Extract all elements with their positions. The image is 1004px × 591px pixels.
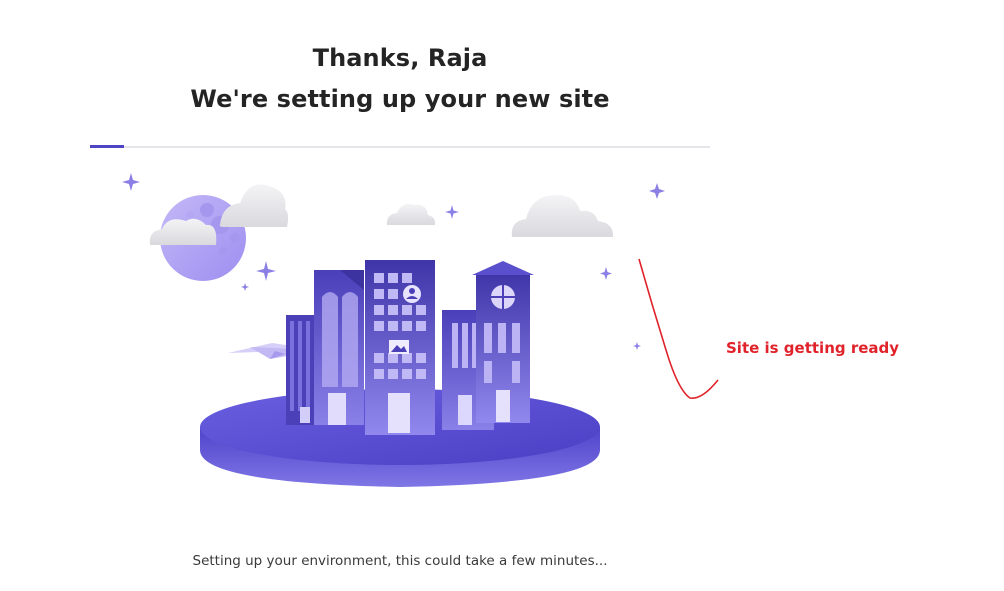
annotation-label: Site is getting ready bbox=[726, 339, 900, 357]
building-arched bbox=[286, 270, 364, 425]
cloud-icon bbox=[511, 195, 614, 237]
setup-subtitle: We're setting up your new site bbox=[190, 85, 610, 113]
building-clock-tower bbox=[442, 261, 534, 430]
city-illustration bbox=[122, 173, 665, 487]
building-tower bbox=[365, 260, 435, 435]
progress-bar bbox=[90, 145, 710, 148]
progress-bar-fill bbox=[90, 145, 125, 148]
greeting-title: Thanks, Raja bbox=[312, 44, 488, 72]
status-message: Setting up your environment, this could … bbox=[192, 553, 608, 569]
annotation-arrow bbox=[638, 258, 719, 399]
cloud-icon bbox=[386, 204, 436, 225]
page-header: Thanks, Raja We're setting up your new s… bbox=[0, 38, 800, 120]
